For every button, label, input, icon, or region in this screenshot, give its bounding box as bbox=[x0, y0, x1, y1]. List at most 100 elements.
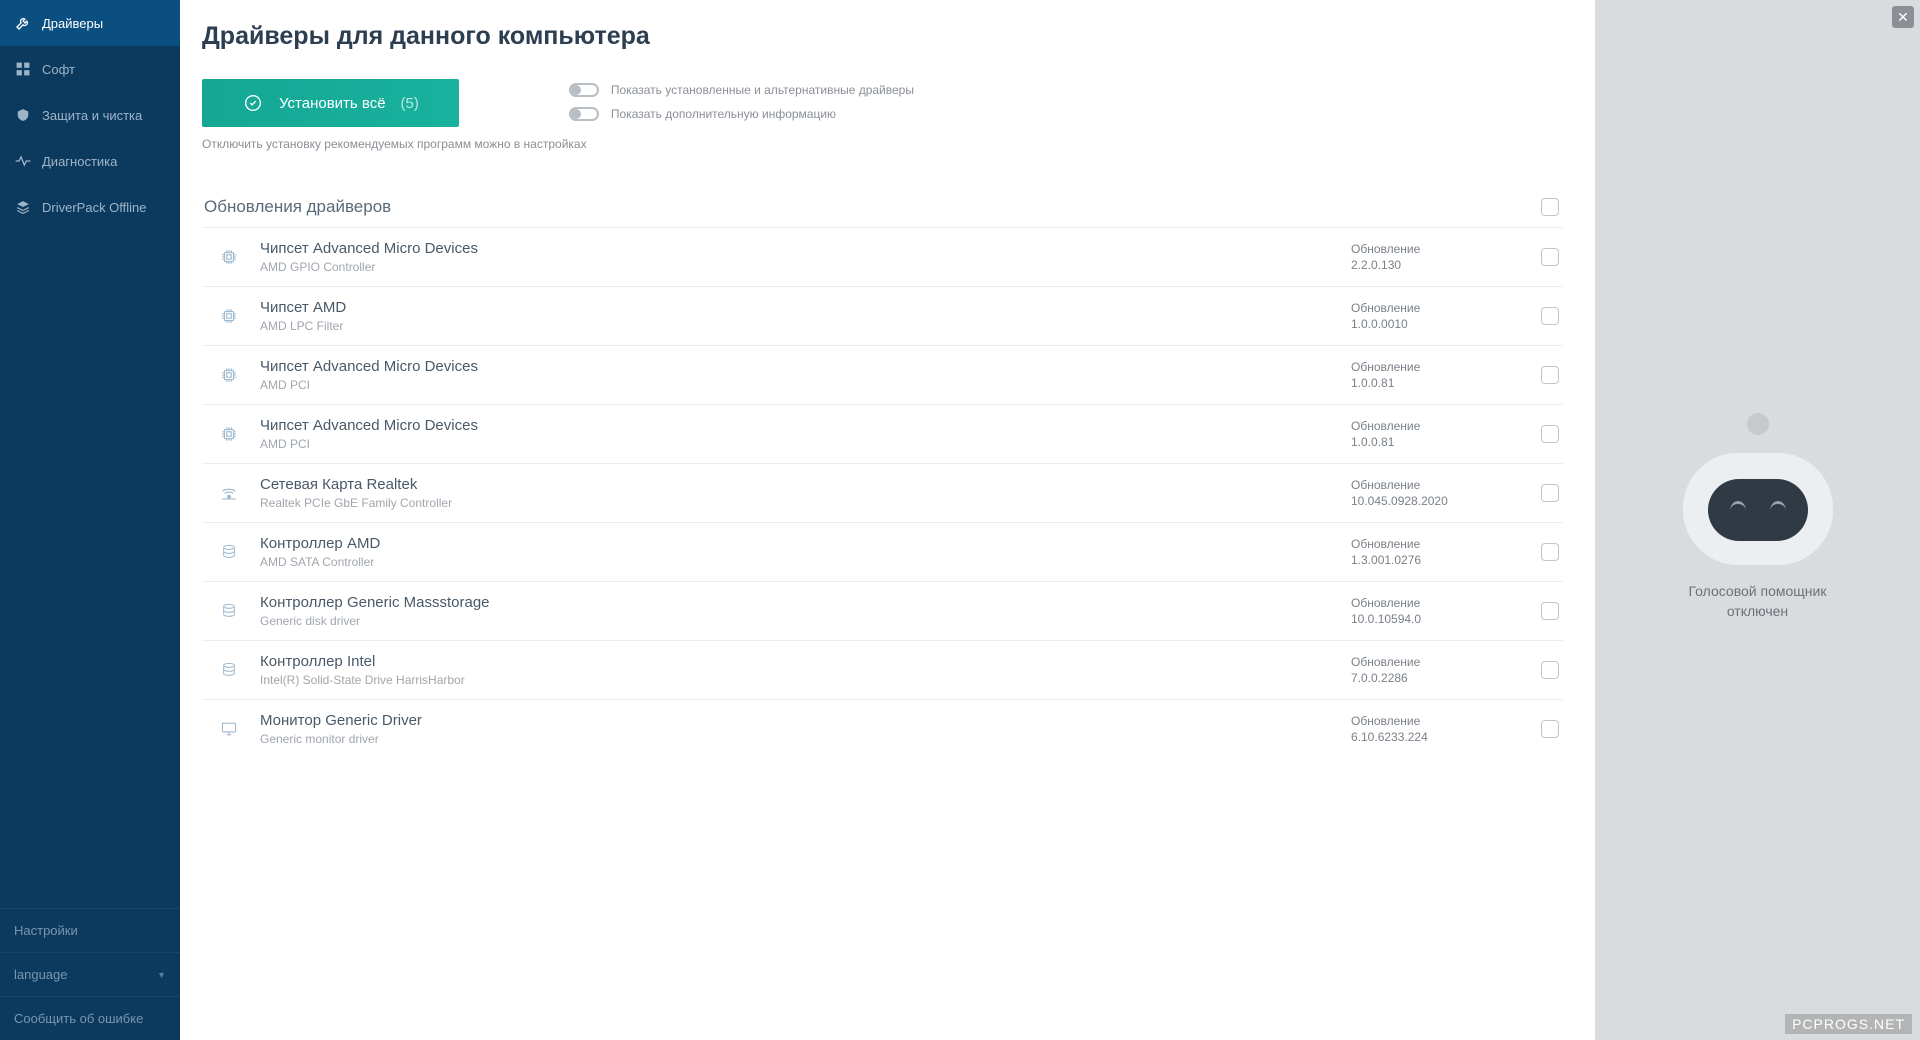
driver-row[interactable]: Чипсет Advanced Micro DevicesAMD PCIОбно… bbox=[202, 345, 1563, 404]
chevron-down-icon: ▼ bbox=[157, 970, 166, 980]
driver-info: Сетевая Карта RealtekRealtek PCIe GbE Fa… bbox=[260, 476, 1331, 510]
update-label: Обновление bbox=[1351, 419, 1521, 433]
update-label: Обновление bbox=[1351, 478, 1521, 492]
driver-row[interactable]: Чипсет AMDAMD LPC Filter Обновление1.0.0.… bbox=[202, 286, 1563, 345]
install-count: (5) bbox=[401, 95, 419, 112]
driver-name: Чипсет AMD bbox=[260, 299, 1331, 316]
driver-subname: AMD SATA Controller bbox=[260, 555, 1331, 569]
footer-language[interactable]: language ▼ bbox=[0, 952, 180, 996]
driver-row[interactable]: Чипсет Advanced Micro Devices AMD PCI Обно… bbox=[202, 404, 1563, 463]
storage-icon bbox=[218, 541, 240, 563]
update-label: Обновление bbox=[1351, 655, 1521, 669]
driver-row[interactable]: Чипсет Advanced Micro Devices AMD GPIO Co… bbox=[202, 227, 1563, 286]
driver-row[interactable]: Сетевая Карта RealtekRealtek PCIe GbE Fa… bbox=[202, 463, 1563, 522]
toggle-group: Показать установленные и альтернативные … bbox=[569, 79, 914, 121]
update-label: Обновление bbox=[1351, 301, 1521, 315]
sidebar-item-diagnostics[interactable]: Диагностика bbox=[0, 138, 180, 184]
driver-update: Обновление 6.10.6233.224 bbox=[1351, 714, 1521, 744]
close-panel-button[interactable]: ✕ bbox=[1892, 6, 1914, 28]
footer-report[interactable]: Сообщить об ошибке bbox=[0, 996, 180, 1040]
driver-row[interactable]: Контроллер AMD AMD SATA Controller Обновле… bbox=[202, 522, 1563, 581]
update-version: 1.3.001.0276 bbox=[1351, 553, 1521, 567]
driver-info: Чипсет Advanced Micro Devices AMD GPIO Co… bbox=[260, 240, 1331, 274]
chipset-icon bbox=[218, 423, 240, 445]
toggle-label: Показать установленные и альтернативные … bbox=[611, 83, 914, 97]
watermark: PCPROGS.NET bbox=[1785, 1014, 1912, 1034]
toggle-label: Показать дополнительную информацию bbox=[611, 107, 836, 121]
update-version: 6.10.6233.224 bbox=[1351, 730, 1521, 744]
sidebar-item-software[interactable]: Софт bbox=[0, 46, 180, 92]
footer-report-label: Сообщить об ошибке bbox=[14, 1011, 143, 1026]
sidebar-item-label: Защита и чистка bbox=[42, 108, 142, 123]
driver-checkbox[interactable] bbox=[1541, 366, 1559, 384]
sidebar-item-label: Драйверы bbox=[42, 16, 103, 31]
update-label: Обновление bbox=[1351, 537, 1521, 551]
driver-row[interactable]: Контроллер Generic Massstorage Generic di… bbox=[202, 581, 1563, 640]
driver-subname: Generic disk driver bbox=[260, 614, 1331, 628]
driver-name: Монитор Generic Driver bbox=[260, 712, 1331, 729]
driver-update: Обновление 10.045.0928.2020 bbox=[1351, 478, 1521, 508]
activity-icon bbox=[14, 152, 32, 170]
update-version: 1.0.0.81 bbox=[1351, 376, 1521, 390]
install-all-button[interactable]: Установить всё (5) bbox=[202, 79, 459, 127]
driver-subname: AMD PCI bbox=[260, 437, 1331, 451]
main-content: Драйверы для данного компьютера Установи… bbox=[180, 0, 1595, 1040]
sidebar: Драйверы Софт Защита и чистка Диагностик… bbox=[0, 0, 180, 1040]
driver-update: Обновление 10.0.10594.0 bbox=[1351, 596, 1521, 626]
assistant-line2: отключен bbox=[1689, 602, 1827, 622]
driver-update: Обновление 2.2.0.130 bbox=[1351, 242, 1521, 272]
storage-icon bbox=[218, 659, 240, 681]
toggle-switch-icon bbox=[569, 107, 599, 121]
section-title: Обновления драйверов bbox=[204, 197, 391, 217]
robot-avatar bbox=[1683, 419, 1833, 564]
chipset-icon bbox=[218, 305, 240, 327]
driver-info: Контроллер Intel Intel(R) Solid-State Dri… bbox=[260, 653, 1331, 687]
driver-checkbox[interactable] bbox=[1541, 484, 1559, 502]
driver-checkbox[interactable] bbox=[1541, 543, 1559, 561]
wrench-icon bbox=[14, 14, 32, 32]
driver-checkbox[interactable] bbox=[1541, 720, 1559, 738]
update-label: Обновление bbox=[1351, 596, 1521, 610]
driver-name: Контроллер Generic Massstorage bbox=[260, 594, 1331, 611]
driver-info: Контроллер Generic Massstorage Generic di… bbox=[260, 594, 1331, 628]
shield-icon bbox=[14, 106, 32, 124]
toggle-switch-icon bbox=[569, 83, 599, 97]
update-label: Обновление bbox=[1351, 714, 1521, 728]
driver-checkbox[interactable] bbox=[1541, 425, 1559, 443]
sidebar-item-protection[interactable]: Защита и чистка bbox=[0, 92, 180, 138]
update-label: Обновление bbox=[1351, 242, 1521, 256]
driver-checkbox[interactable] bbox=[1541, 661, 1559, 679]
driver-subname: AMD PCI bbox=[260, 378, 1331, 392]
assistant-line1: Голосовой помощник bbox=[1689, 582, 1827, 602]
footer-settings[interactable]: Настройки bbox=[0, 909, 180, 952]
sidebar-item-offline[interactable]: DriverPack Offline bbox=[0, 184, 180, 230]
driver-name: Чипсет Advanced Micro Devices bbox=[260, 240, 1331, 257]
chipset-icon bbox=[218, 246, 240, 268]
driver-info: Контроллер AMD AMD SATA Controller bbox=[260, 535, 1331, 569]
toggle-show-installed[interactable]: Показать установленные и альтернативные … bbox=[569, 83, 914, 97]
footer-language-label: language bbox=[14, 967, 68, 982]
sidebar-nav: Драйверы Софт Защита и чистка Диагностик… bbox=[0, 0, 180, 908]
toggle-show-details[interactable]: Показать дополнительную информацию bbox=[569, 107, 914, 121]
driver-checkbox[interactable] bbox=[1541, 602, 1559, 620]
driver-row[interactable]: Монитор Generic DriverGeneric monitor dr… bbox=[202, 699, 1563, 758]
driver-row[interactable]: Контроллер Intel Intel(R) Solid-State Dri… bbox=[202, 640, 1563, 699]
select-all-checkbox[interactable] bbox=[1541, 198, 1559, 216]
driver-name: Чипсет Advanced Micro Devices bbox=[260, 358, 1331, 375]
driver-checkbox[interactable] bbox=[1541, 248, 1559, 266]
update-version: 2.2.0.130 bbox=[1351, 258, 1521, 272]
update-version: 10.045.0928.2020 bbox=[1351, 494, 1521, 508]
sidebar-item-drivers[interactable]: Драйверы bbox=[0, 0, 180, 46]
sidebar-footer: Настройки language ▼ Сообщить об ошибке bbox=[0, 908, 180, 1040]
page-title: Драйверы для данного компьютера bbox=[202, 22, 1563, 51]
driver-update: Обновление 1.3.001.0276 bbox=[1351, 537, 1521, 567]
driver-checkbox[interactable] bbox=[1541, 307, 1559, 325]
driver-info: Чипсет AMDAMD LPC Filter bbox=[260, 299, 1331, 333]
driver-name: Контроллер AMD bbox=[260, 535, 1331, 552]
driver-name: Контроллер Intel bbox=[260, 653, 1331, 670]
update-version: 10.0.10594.0 bbox=[1351, 612, 1521, 626]
driver-subname: Intel(R) Solid-State Drive HarrisHarbor bbox=[260, 673, 1331, 687]
driver-subname: AMD GPIO Controller bbox=[260, 260, 1331, 274]
driver-update: Обновление1.0.0.0010 bbox=[1351, 301, 1521, 331]
driver-name: Чипсет Advanced Micro Devices bbox=[260, 417, 1331, 434]
